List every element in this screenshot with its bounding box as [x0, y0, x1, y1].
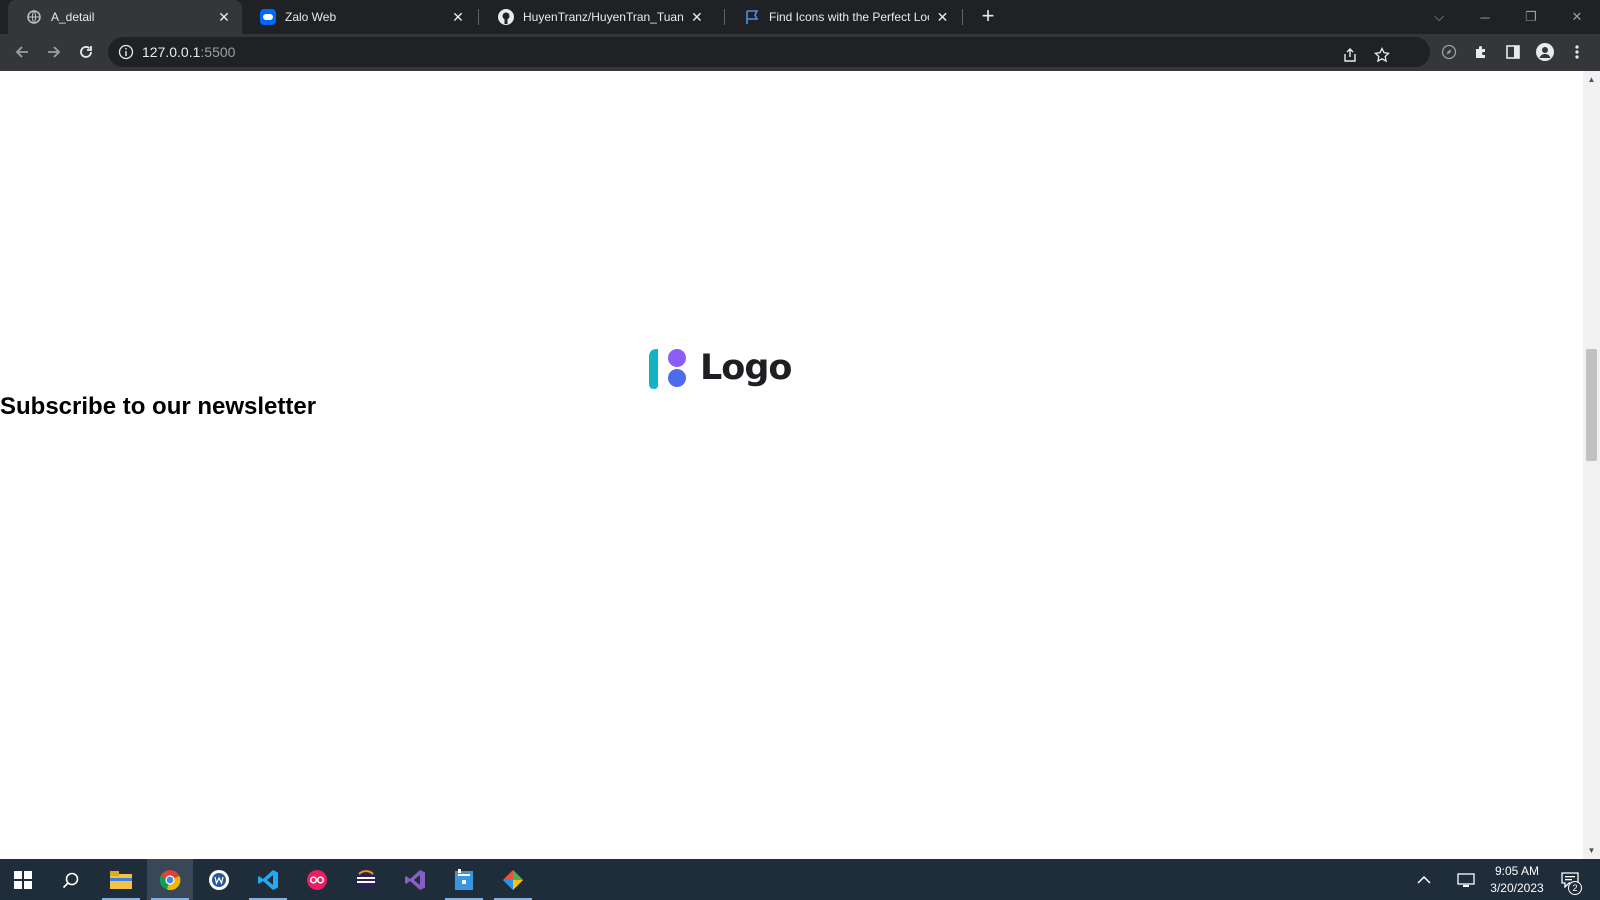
url-host: 127.0.0.1 — [142, 44, 201, 60]
git-app[interactable] — [490, 859, 536, 900]
clock-time: 9:05 AM — [1494, 864, 1540, 878]
profile-icon[interactable] — [1534, 41, 1556, 63]
new-tab-button[interactable]: + — [976, 5, 1000, 29]
globe-icon — [26, 9, 42, 25]
address-url: 127.0.0.1:5500 — [142, 44, 235, 60]
logo-mark-icon — [649, 349, 686, 389]
zalo-icon — [260, 9, 276, 25]
windows-taskbar: 9:05 AM 3/20/2023 2 — [0, 859, 1600, 900]
reload-icon — [80, 46, 92, 58]
tab-github[interactable]: HuyenTranz/HuyenTran_Tuan05_ ✕ — [480, 0, 714, 34]
page-viewport: Logo Subscribe to our newsletter — [0, 71, 1583, 859]
search-button[interactable] — [48, 859, 94, 900]
tab-title: HuyenTranz/HuyenTran_Tuan05_ — [523, 10, 684, 24]
back-arrow-icon — [15, 46, 28, 58]
oo-app-icon — [307, 869, 327, 890]
forward-button[interactable] — [39, 37, 69, 67]
minimize-button[interactable]: ─ — [1462, 0, 1508, 34]
menu-kebab-icon[interactable] — [1566, 41, 1588, 63]
notification-count-badge: 2 — [1568, 881, 1582, 895]
eclipse-icon — [356, 869, 376, 890]
windows-logo-icon — [14, 870, 32, 889]
visual-studio-app[interactable] — [392, 859, 438, 900]
tab-separator — [724, 9, 725, 25]
url-port: :5500 — [200, 44, 236, 60]
network-icon[interactable] — [1450, 859, 1482, 900]
reload-button[interactable] — [71, 37, 101, 67]
close-tab-icon[interactable]: ✕ — [216, 9, 232, 25]
page-scrollbar[interactable]: ▲ ▼ — [1583, 71, 1600, 859]
action-center-icon[interactable] — [1554, 859, 1586, 900]
side-panel-icon[interactable] — [1502, 41, 1524, 63]
visual-studio-icon — [405, 869, 425, 890]
close-tab-icon[interactable]: ✕ — [935, 9, 950, 25]
vscode-icon — [258, 869, 278, 890]
address-bar[interactable]: 127.0.0.1:5500 — [108, 37, 1430, 67]
restore-button[interactable]: ❐ — [1508, 0, 1554, 34]
system-clock[interactable]: 9:05 AM 3/20/2023 — [1484, 863, 1550, 897]
scroll-thumb[interactable] — [1586, 349, 1597, 461]
clock-date: 3/20/2023 — [1490, 881, 1544, 895]
folder-icon — [110, 870, 132, 889]
document-icon — [455, 868, 473, 890]
browser-tab-strip: A_detail ✕ Zalo Web ✕ HuyenTranz/HuyenTr… — [0, 0, 1600, 34]
share-icon[interactable] — [1339, 44, 1361, 66]
newsletter-heading: Subscribe to our newsletter — [0, 393, 317, 420]
git-diamond-icon — [503, 869, 523, 890]
back-button[interactable] — [7, 37, 37, 67]
tab-a-detail[interactable]: A_detail ✕ — [8, 0, 242, 34]
notes-app[interactable] — [441, 859, 487, 900]
tab-separator — [478, 9, 479, 25]
forward-arrow-icon — [48, 46, 61, 58]
start-button[interactable] — [0, 859, 46, 900]
bookmark-star-icon[interactable] — [1371, 44, 1393, 66]
show-hidden-icons-chevron-icon[interactable] — [1408, 859, 1440, 900]
oo-app[interactable] — [294, 859, 340, 900]
extensions-icon[interactable] — [1470, 41, 1492, 63]
chrome-icon — [159, 869, 181, 890]
close-tab-icon[interactable]: ✕ — [450, 9, 466, 25]
site-logo[interactable]: Logo — [646, 347, 792, 389]
chrome-app[interactable] — [147, 859, 193, 900]
vscode-app[interactable] — [245, 859, 291, 900]
file-explorer-app[interactable] — [98, 859, 144, 900]
browser-toolbar: 127.0.0.1:5500 — [0, 34, 1600, 71]
tab-find-icons[interactable]: Find Icons with the Perfect Look ✕ — [726, 0, 960, 34]
word-app[interactable] — [196, 859, 242, 900]
screen: A_detail ✕ Zalo Web ✕ HuyenTranz/HuyenTr… — [0, 0, 1600, 900]
close-window-button[interactable]: ✕ — [1554, 0, 1600, 34]
tab-zalo-web[interactable]: Zalo Web ✕ — [242, 0, 476, 34]
tab-search-icon[interactable]: ⌵ — [1416, 0, 1462, 34]
site-info-icon[interactable] — [118, 44, 134, 60]
eclipse-app[interactable] — [343, 859, 389, 900]
word-icon — [209, 869, 229, 890]
scroll-down-arrow[interactable]: ▼ — [1587, 846, 1596, 855]
tab-title: Find Icons with the Perfect Look — [769, 10, 930, 24]
logo-text: Logo — [700, 348, 792, 388]
github-icon — [498, 9, 514, 25]
flag-icon — [744, 9, 760, 25]
tab-separator — [962, 9, 963, 25]
close-tab-icon[interactable]: ✕ — [690, 9, 704, 25]
tab-title: Zalo Web — [285, 10, 337, 24]
search-icon — [62, 872, 79, 888]
scroll-up-arrow[interactable]: ▲ — [1587, 75, 1596, 84]
tab-title: A_detail — [51, 10, 95, 24]
compass-icon[interactable] — [1438, 41, 1460, 63]
